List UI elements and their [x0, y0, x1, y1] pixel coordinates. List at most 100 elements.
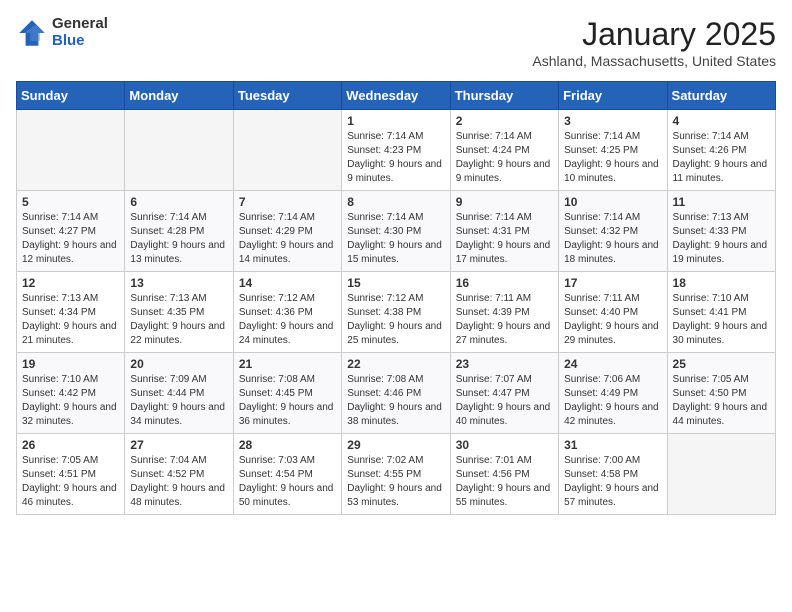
day-info: Sunrise: 7:14 AM Sunset: 4:31 PM Dayligh… — [456, 211, 553, 267]
calendar-cell: 5 Sunrise: 7:14 AM Sunset: 4:27 PM Daylig… — [17, 191, 125, 272]
calendar-week-1: 5 Sunrise: 7:14 AM Sunset: 4:27 PM Daylig… — [17, 191, 776, 272]
day-info: Sunrise: 7:10 AM Sunset: 4:41 PM Dayligh… — [673, 292, 770, 348]
col-monday: Monday — [125, 82, 233, 110]
col-saturday: Saturday — [667, 82, 775, 110]
day-info: Sunrise: 7:08 AM Sunset: 4:46 PM Dayligh… — [347, 373, 444, 429]
day-number: 1 — [347, 114, 444, 128]
calendar-cell: 23 Sunrise: 7:07 AM Sunset: 4:47 PM Dayli… — [450, 353, 558, 434]
day-info: Sunrise: 7:13 AM Sunset: 4:33 PM Dayligh… — [673, 211, 770, 267]
day-number: 29 — [347, 438, 444, 452]
col-sunday: Sunday — [17, 82, 125, 110]
day-number: 19 — [22, 357, 119, 371]
day-number: 18 — [673, 276, 770, 290]
day-info: Sunrise: 7:10 AM Sunset: 4:42 PM Dayligh… — [22, 373, 119, 429]
day-info: Sunrise: 7:02 AM Sunset: 4:55 PM Dayligh… — [347, 454, 444, 510]
day-number: 11 — [673, 195, 770, 209]
day-info: Sunrise: 7:07 AM Sunset: 4:47 PM Dayligh… — [456, 373, 553, 429]
day-info: Sunrise: 7:14 AM Sunset: 4:32 PM Dayligh… — [564, 211, 661, 267]
calendar-cell: 6Sunrise: 7:14 AM Sunset: 4:28 PM Daylig… — [125, 191, 233, 272]
day-number: 30 — [456, 438, 553, 452]
calendar-cell: 2 Sunrise: 7:14 AM Sunset: 4:24 PM Daylig… — [450, 110, 558, 191]
calendar-cell: 9 Sunrise: 7:14 AM Sunset: 4:31 PM Daylig… — [450, 191, 558, 272]
calendar-cell: 14 Sunrise: 7:12 AM Sunset: 4:36 PM Dayli… — [233, 272, 341, 353]
day-info: Sunrise: 7:00 AM Sunset: 4:58 PM Dayligh… — [564, 454, 661, 510]
day-info: Sunrise: 7:11 AM Sunset: 4:40 PM Dayligh… — [564, 292, 661, 348]
day-info: Sunrise: 7:04 AM Sunset: 4:52 PM Dayligh… — [130, 454, 227, 510]
calendar-week-2: 12Sunrise: 7:13 AM Sunset: 4:34 PM Dayli… — [17, 272, 776, 353]
col-friday: Friday — [559, 82, 667, 110]
calendar-week-4: 26Sunrise: 7:05 AM Sunset: 4:51 PM Dayli… — [17, 434, 776, 515]
day-number: 12 — [22, 276, 119, 290]
calendar-subtitle: Ashland, Massachusetts, United States — [532, 53, 776, 69]
day-info: Sunrise: 7:08 AM Sunset: 4:45 PM Dayligh… — [239, 373, 336, 429]
calendar-title: January 2025 — [532, 16, 776, 53]
page-header: General Blue January 2025 Ashland, Massa… — [16, 16, 776, 69]
calendar-cell: 31 Sunrise: 7:00 AM Sunset: 4:58 PM Dayli… — [559, 434, 667, 515]
calendar-cell: 15Sunrise: 7:12 AM Sunset: 4:38 PM Dayli… — [342, 272, 450, 353]
day-info: Sunrise: 7:13 AM Sunset: 4:35 PM Dayligh… — [130, 292, 227, 348]
calendar-cell: 27Sunrise: 7:04 AM Sunset: 4:52 PM Dayli… — [125, 434, 233, 515]
day-info: Sunrise: 7:14 AM Sunset: 4:28 PM Dayligh… — [130, 211, 227, 267]
day-number: 3 — [564, 114, 661, 128]
day-number: 22 — [347, 357, 444, 371]
day-info: Sunrise: 7:14 AM Sunset: 4:26 PM Dayligh… — [673, 130, 770, 186]
calendar-cell — [17, 110, 125, 191]
logo-text: General Blue — [52, 16, 108, 49]
day-number: 28 — [239, 438, 336, 452]
calendar-table: Sunday Monday Tuesday Wednesday Thursday… — [16, 81, 776, 515]
calendar-week-3: 19 Sunrise: 7:10 AM Sunset: 4:42 PM Dayli… — [17, 353, 776, 434]
calendar-cell: 4 Sunrise: 7:14 AM Sunset: 4:26 PM Daylig… — [667, 110, 775, 191]
logo-icon — [16, 17, 48, 49]
calendar-cell: 25 Sunrise: 7:05 AM Sunset: 4:50 PM Dayli… — [667, 353, 775, 434]
header-row: Sunday Monday Tuesday Wednesday Thursday… — [17, 82, 776, 110]
day-info: Sunrise: 7:05 AM Sunset: 4:50 PM Dayligh… — [673, 373, 770, 429]
day-info: Sunrise: 7:05 AM Sunset: 4:51 PM Dayligh… — [22, 454, 119, 510]
day-number: 24 — [564, 357, 661, 371]
col-wednesday: Wednesday — [342, 82, 450, 110]
day-number: 25 — [673, 357, 770, 371]
day-info: Sunrise: 7:14 AM Sunset: 4:24 PM Dayligh… — [456, 130, 553, 186]
day-info: Sunrise: 7:14 AM Sunset: 4:27 PM Dayligh… — [22, 211, 119, 267]
col-thursday: Thursday — [450, 82, 558, 110]
day-number: 8 — [347, 195, 444, 209]
day-number: 5 — [22, 195, 119, 209]
calendar-cell: 28 Sunrise: 7:03 AM Sunset: 4:54 PM Dayli… — [233, 434, 341, 515]
calendar-cell: 30 Sunrise: 7:01 AM Sunset: 4:56 PM Dayli… — [450, 434, 558, 515]
calendar-cell: 11 Sunrise: 7:13 AM Sunset: 4:33 PM Dayli… — [667, 191, 775, 272]
calendar-cell: 10Sunrise: 7:14 AM Sunset: 4:32 PM Dayli… — [559, 191, 667, 272]
calendar-cell: 16 Sunrise: 7:11 AM Sunset: 4:39 PM Dayli… — [450, 272, 558, 353]
day-number: 23 — [456, 357, 553, 371]
calendar-cell: 8 Sunrise: 7:14 AM Sunset: 4:30 PM Daylig… — [342, 191, 450, 272]
day-number: 2 — [456, 114, 553, 128]
logo-blue: Blue — [52, 33, 108, 50]
day-number: 31 — [564, 438, 661, 452]
calendar-cell — [233, 110, 341, 191]
day-number: 4 — [673, 114, 770, 128]
calendar-cell: 1Sunrise: 7:14 AM Sunset: 4:23 PM Daylig… — [342, 110, 450, 191]
calendar-cell: 29 Sunrise: 7:02 AM Sunset: 4:55 PM Dayli… — [342, 434, 450, 515]
day-info: Sunrise: 7:03 AM Sunset: 4:54 PM Dayligh… — [239, 454, 336, 510]
day-info: Sunrise: 7:14 AM Sunset: 4:30 PM Dayligh… — [347, 211, 444, 267]
day-info: Sunrise: 7:14 AM Sunset: 4:29 PM Dayligh… — [239, 211, 336, 267]
calendar-cell: 12Sunrise: 7:13 AM Sunset: 4:34 PM Dayli… — [17, 272, 125, 353]
calendar-cell: 19 Sunrise: 7:10 AM Sunset: 4:42 PM Dayli… — [17, 353, 125, 434]
logo-general: General — [52, 16, 108, 33]
day-number: 16 — [456, 276, 553, 290]
day-info: Sunrise: 7:12 AM Sunset: 4:36 PM Dayligh… — [239, 292, 336, 348]
col-tuesday: Tuesday — [233, 82, 341, 110]
day-number: 13 — [130, 276, 227, 290]
calendar-cell: 18 Sunrise: 7:10 AM Sunset: 4:41 PM Dayli… — [667, 272, 775, 353]
day-number: 21 — [239, 357, 336, 371]
day-info: Sunrise: 7:11 AM Sunset: 4:39 PM Dayligh… — [456, 292, 553, 348]
day-number: 9 — [456, 195, 553, 209]
calendar-body: 1Sunrise: 7:14 AM Sunset: 4:23 PM Daylig… — [17, 110, 776, 515]
day-info: Sunrise: 7:06 AM Sunset: 4:49 PM Dayligh… — [564, 373, 661, 429]
day-number: 15 — [347, 276, 444, 290]
day-info: Sunrise: 7:01 AM Sunset: 4:56 PM Dayligh… — [456, 454, 553, 510]
calendar-header: Sunday Monday Tuesday Wednesday Thursday… — [17, 82, 776, 110]
logo: General Blue — [16, 16, 108, 49]
day-number: 14 — [239, 276, 336, 290]
calendar-cell: 21 Sunrise: 7:08 AM Sunset: 4:45 PM Dayli… — [233, 353, 341, 434]
day-info: Sunrise: 7:09 AM Sunset: 4:44 PM Dayligh… — [130, 373, 227, 429]
calendar-week-0: 1Sunrise: 7:14 AM Sunset: 4:23 PM Daylig… — [17, 110, 776, 191]
